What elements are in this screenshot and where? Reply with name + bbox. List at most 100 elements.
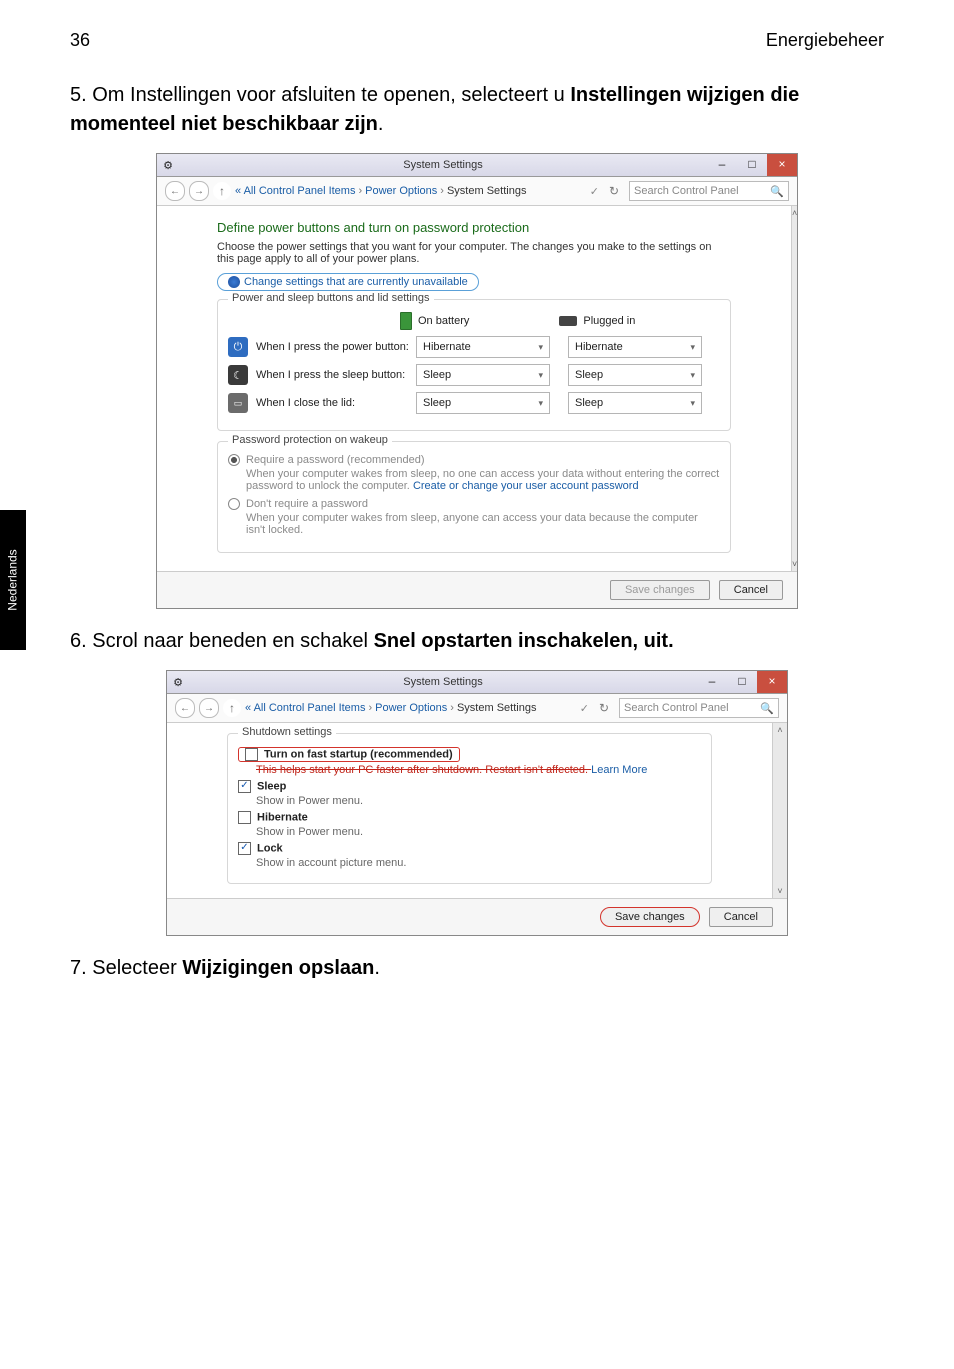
step-7: 7. Selecteer Wijzigingen opslaan. (70, 954, 884, 983)
crumb-b[interactable]: Power Options (365, 185, 437, 197)
sleep-label: Sleep (257, 781, 286, 793)
search-input[interactable]: Search Control Panel 🔍 (619, 698, 779, 718)
app-icon: ⚙ (157, 159, 179, 172)
change-unavailable-link[interactable]: Change settings that are currently unava… (217, 273, 479, 291)
password-protection-group: Password protection on wakeup Require a … (217, 441, 731, 553)
search-input[interactable]: Search Control Panel 🔍 (629, 181, 789, 201)
address-bar: ← → ↑ « All Control Panel Items›Power Op… (167, 694, 787, 723)
power-buttons-group: Power and sleep buttons and lid settings… (217, 299, 731, 431)
content-heading: Define power buttons and turn on passwor… (217, 220, 731, 235)
breadcrumb[interactable]: « All Control Panel Items›Power Options›… (235, 185, 526, 197)
shield-icon (228, 276, 240, 288)
fast-startup-checkbox[interactable] (245, 748, 258, 761)
window-buttons: – □ × (707, 154, 797, 176)
dialog-footer: Save changes Cancel (167, 898, 787, 935)
step-7-text-c: . (374, 957, 380, 979)
lid-battery-select[interactable]: Sleep▾ (416, 392, 550, 414)
cancel-button[interactable]: Cancel (709, 907, 773, 927)
radio-dont-require[interactable] (228, 498, 240, 510)
back-button[interactable]: ← (175, 698, 195, 718)
row-close-lid: ▭ When I close the lid: Sleep▾ Sleep▾ (228, 392, 720, 414)
sleep-battery-select[interactable]: Sleep▾ (416, 364, 550, 386)
search-icon: 🔍 (760, 702, 774, 715)
scroll-bar[interactable]: ˄˅ (791, 206, 797, 571)
save-button[interactable]: Save changes (600, 907, 700, 927)
group1-label: Power and sleep buttons and lid settings (228, 292, 434, 304)
col-battery: On battery (418, 315, 469, 327)
hibernate-checkbox[interactable] (238, 811, 251, 824)
up-button[interactable]: ↑ (213, 182, 231, 200)
back-button[interactable]: ← (165, 181, 185, 201)
chapter-title: Energiebeheer (766, 30, 884, 51)
lock-option: Lock (238, 842, 701, 855)
sleep-plugged-select[interactable]: Sleep▾ (568, 364, 702, 386)
save-button[interactable]: Save changes (610, 580, 710, 600)
sel-val: Hibernate (423, 341, 471, 353)
fast-startup-label: Turn on fast startup (recommended) (264, 749, 453, 761)
col-plugged: Plugged in (583, 315, 635, 327)
up-button[interactable]: ↑ (223, 699, 241, 717)
window-title: System Settings (189, 676, 697, 688)
breadcrumb[interactable]: « All Control Panel Items›Power Options›… (245, 702, 536, 714)
maximize-button[interactable]: □ (727, 671, 757, 693)
crumb-a[interactable]: All Control Panel Items (244, 185, 356, 197)
refresh-icon[interactable]: ↻ (609, 184, 619, 198)
forward-button[interactable]: → (189, 181, 209, 201)
lock-checkbox[interactable] (238, 842, 251, 855)
crumb-c: System Settings (457, 702, 536, 714)
minimize-button[interactable]: – (697, 671, 727, 693)
step-6: 6. Scrol naar beneden en schakel Snel op… (70, 627, 884, 656)
minimize-button[interactable]: – (707, 154, 737, 176)
step-6-num: 6. (70, 630, 92, 652)
sel-val: Sleep (423, 397, 451, 409)
refresh-icon[interactable]: ↻ (599, 701, 609, 715)
learn-more-link[interactable]: Learn More (591, 764, 647, 776)
app-icon: ⚙ (167, 676, 189, 689)
title-bar: ⚙ System Settings – □ × (167, 671, 787, 694)
close-button[interactable]: × (757, 671, 787, 693)
power-plugged-select[interactable]: Hibernate▾ (568, 336, 702, 358)
search-icon: 🔍 (770, 185, 784, 198)
lid-plugged-select[interactable]: Sleep▾ (568, 392, 702, 414)
row-sleep-label: When I press the sleep button: (256, 369, 416, 381)
forward-button[interactable]: → (199, 698, 219, 718)
window-buttons: – □ × (697, 671, 787, 693)
hibernate-label: Hibernate (257, 812, 308, 824)
language-tab: Nederlands (0, 510, 26, 650)
row-lid-label: When I close the lid: (256, 397, 416, 409)
sleep-icon: ☾ (228, 365, 248, 385)
create-password-link[interactable]: Create or change your user account passw… (413, 480, 639, 492)
dont-require-desc: When your computer wakes from sleep, any… (246, 512, 720, 536)
shutdown-settings-group: Shutdown settings Turn on fast startup (… (227, 733, 712, 884)
close-button[interactable]: × (767, 154, 797, 176)
fast-sub-a: This helps start your PC faster after sh… (256, 764, 591, 776)
step-6-bold: Snel opstarten inschakelen, uit. (374, 630, 674, 652)
crumb-a[interactable]: All Control Panel Items (254, 702, 366, 714)
sel-val: Sleep (575, 369, 603, 381)
cancel-button[interactable]: Cancel (719, 580, 783, 600)
dont-require-password-option: Don't require a password When your compu… (228, 498, 720, 536)
radio-require[interactable] (228, 454, 240, 466)
address-bar: ← → ↑ « All Control Panel Items›Power Op… (157, 177, 797, 206)
lock-desc: Show in account picture menu. (256, 857, 701, 869)
hibernate-option: Hibernate (238, 811, 701, 824)
sleep-checkbox[interactable] (238, 780, 251, 793)
sel-val: Sleep (575, 397, 603, 409)
dont-require-label: Don't require a password (246, 498, 368, 510)
maximize-button[interactable]: □ (737, 154, 767, 176)
window-title: System Settings (179, 159, 707, 171)
page-header: 36 Energiebeheer (70, 30, 884, 51)
dialog-footer: Save changes Cancel (157, 571, 797, 608)
power-battery-select[interactable]: Hibernate▾ (416, 336, 550, 358)
content-paragraph: Choose the power settings that you want … (217, 241, 731, 265)
scroll-bar[interactable]: ˄˅ (772, 723, 787, 898)
step-7-num: 7. (70, 957, 92, 979)
chevron-down-icon: ▾ (538, 370, 543, 381)
crumb-b[interactable]: Power Options (375, 702, 447, 714)
search-placeholder: Search Control Panel (634, 185, 739, 197)
change-unavailable-text: Change settings that are currently unava… (244, 276, 468, 288)
search-placeholder: Search Control Panel (624, 702, 729, 714)
crumb-c: System Settings (447, 185, 526, 197)
system-settings-dialog-1: ⚙ System Settings – □ × ← → ↑ « All Cont… (156, 153, 798, 609)
row-sleep-button: ☾ When I press the sleep button: Sleep▾ … (228, 364, 720, 386)
